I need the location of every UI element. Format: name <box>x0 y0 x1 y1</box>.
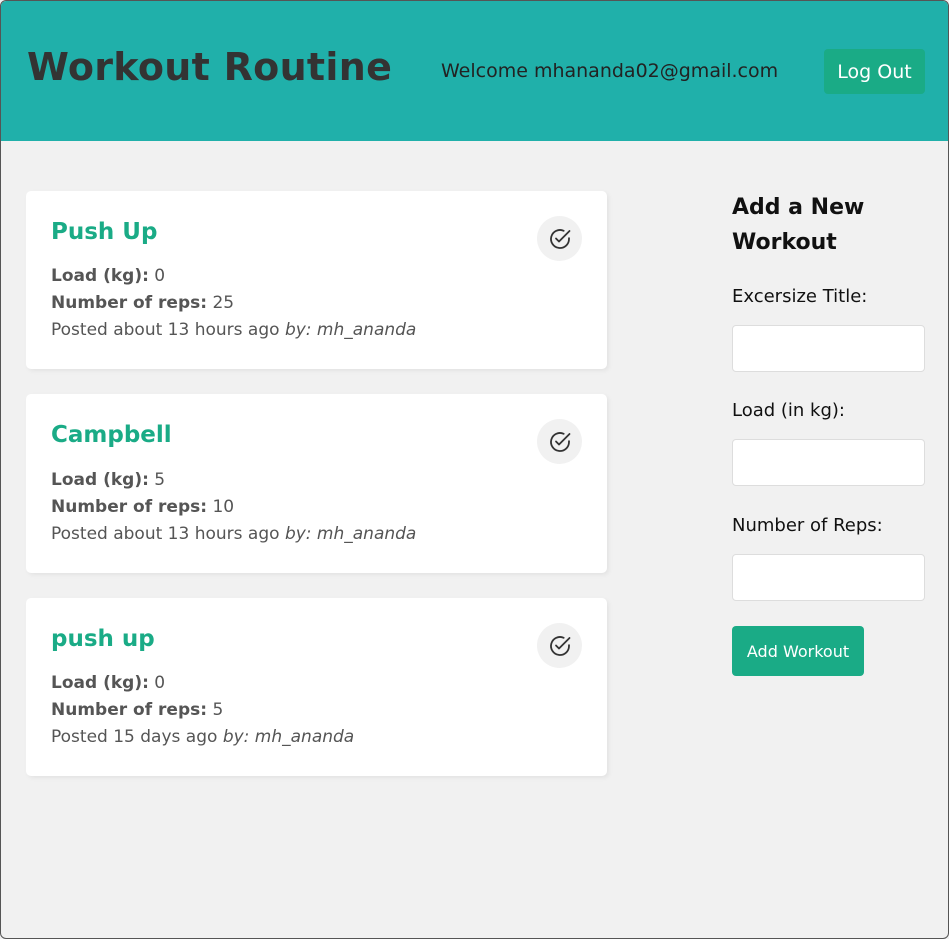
workout-title: Push Up <box>51 219 158 245</box>
welcome-text: Welcome mhananda02@gmail.com <box>441 60 779 82</box>
title-label: Excersize Title: <box>732 286 868 307</box>
load-value: 0 <box>154 673 166 693</box>
reps-input[interactable] <box>732 554 925 601</box>
load-label: Load (kg): <box>51 673 149 693</box>
workout-posted: Posted 15 days ago by: mh_ananda <box>51 727 354 747</box>
reps-label: Number of Reps: <box>732 515 883 536</box>
load-value: 0 <box>154 266 166 286</box>
workout-load: Load (kg): 0 <box>51 673 165 693</box>
load-label: Load (kg): <box>51 266 149 286</box>
title-input[interactable] <box>732 325 925 372</box>
navbar: Workout Routine Welcome mhananda02@gmail… <box>1 1 948 141</box>
reps-label: Number of reps: <box>51 293 208 313</box>
load-label: Load (in kg): <box>732 400 845 421</box>
posted-by: by: mh_ananda <box>222 727 355 747</box>
workout-reps: Number of reps: 10 <box>51 497 234 517</box>
workout-card: Push Up Load (kg): 0 Number of reps: 25 … <box>26 191 607 369</box>
reps-value: 10 <box>212 497 235 517</box>
reps-value: 5 <box>212 700 224 720</box>
form-title: Add a New Workout <box>732 195 865 255</box>
load-label: Load (kg): <box>51 470 149 490</box>
reps-value: 25 <box>212 293 235 313</box>
workout-card: Campbell Load (kg): 5 Number of reps: 10… <box>26 394 607 573</box>
workout-posted: Posted about 13 hours ago by: mh_ananda <box>51 320 416 340</box>
posted-by: by: mh_ananda <box>284 524 417 544</box>
complete-workout-button[interactable] <box>537 623 582 668</box>
reps-label: Number of reps: <box>51 497 208 517</box>
workout-reps: Number of reps: 25 <box>51 293 234 313</box>
load-input[interactable] <box>732 439 925 486</box>
posted-by: by: mh_ananda <box>284 320 417 340</box>
add-workout-button[interactable]: Add Workout <box>732 626 864 676</box>
workout-posted: Posted about 13 hours ago by: mh_ananda <box>51 524 416 544</box>
app-window: Workout Routine Welcome mhananda02@gmail… <box>0 0 949 939</box>
workout-load: Load (kg): 5 <box>51 470 165 490</box>
check-circle-icon <box>549 228 570 249</box>
app-title[interactable]: Workout Routine <box>27 45 392 89</box>
logout-button[interactable]: Log Out <box>824 49 925 94</box>
check-circle-icon <box>549 431 570 452</box>
complete-workout-button[interactable] <box>537 216 582 261</box>
workout-title: push up <box>51 626 155 652</box>
complete-workout-button[interactable] <box>537 419 582 464</box>
workout-card: push up Load (kg): 0 Number of reps: 5 P… <box>26 598 607 776</box>
posted-time: Posted 15 days ago <box>51 727 218 747</box>
workout-title: Campbell <box>51 422 172 448</box>
posted-time: Posted about 13 hours ago <box>51 320 280 340</box>
load-value: 5 <box>154 470 166 490</box>
workout-reps: Number of reps: 5 <box>51 700 223 720</box>
posted-time: Posted about 13 hours ago <box>51 524 280 544</box>
workout-load: Load (kg): 0 <box>51 266 165 286</box>
check-circle-icon <box>549 635 570 656</box>
reps-label: Number of reps: <box>51 700 208 720</box>
